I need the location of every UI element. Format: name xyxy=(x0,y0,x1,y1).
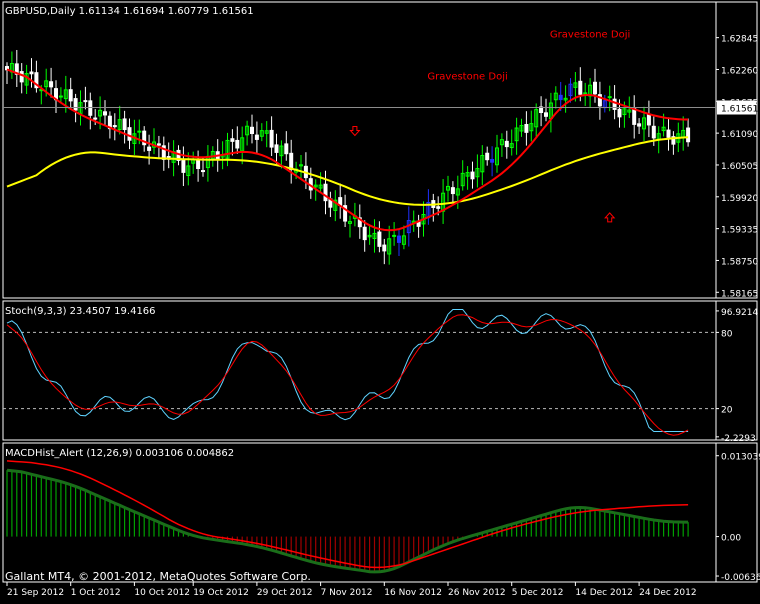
candle-body xyxy=(646,114,651,126)
gravestone-doji-annotation: Gravestone Doji xyxy=(427,71,507,82)
candle-body xyxy=(504,140,509,148)
candle-body xyxy=(83,100,88,103)
date-tick-label: 24 Dec 2012 xyxy=(639,588,697,598)
candle-body xyxy=(651,125,656,139)
candle-body xyxy=(49,81,54,88)
candle-body xyxy=(58,95,63,98)
date-tick-label: 16 Nov 2012 xyxy=(384,588,442,598)
candle-body xyxy=(637,123,642,127)
candle-body xyxy=(196,159,201,170)
date-tick-label: 14 Dec 2012 xyxy=(575,588,633,598)
candle-body xyxy=(485,152,490,161)
date-tick-label: 7 Nov 2012 xyxy=(321,588,373,598)
date-tick-label: 29 Oct 2012 xyxy=(257,588,313,598)
chart_data.1-tick-label: 80 xyxy=(721,329,733,339)
chart_data.0-tick-label: 1.59335 xyxy=(721,226,758,236)
chart_data.0-tick-label: 1.60505 xyxy=(721,162,758,172)
candle-body xyxy=(127,127,132,141)
chart_data.0-tick-label: 1.59920 xyxy=(721,194,758,204)
candle-body xyxy=(490,158,495,163)
chart_data.1-tick-label: -2.2293 xyxy=(721,434,756,444)
background xyxy=(0,0,760,600)
chart_data.2-tick-label: 0.00 xyxy=(721,534,741,544)
current-price-label: 1.61561 xyxy=(721,105,758,115)
candle-body xyxy=(250,126,254,135)
candle-body xyxy=(181,158,186,173)
candle-body xyxy=(93,117,98,120)
candle-body xyxy=(122,118,127,131)
candle-body xyxy=(289,152,294,170)
chart_data.1-tick-label: 96.9214 xyxy=(721,308,758,318)
candle-body xyxy=(558,94,563,101)
candle-body xyxy=(201,170,205,173)
chart_data.1-tick-label: 20 xyxy=(721,406,733,416)
main-header: GBPUSD,Daily 1.61134 1.61694 1.60779 1.6… xyxy=(5,6,254,17)
candle-body xyxy=(382,244,387,252)
candle-body xyxy=(323,183,328,202)
chart_data.0-tick-label: 1.62260 xyxy=(721,66,758,76)
candle-body xyxy=(583,92,588,95)
candle-body xyxy=(269,129,274,148)
candle-body xyxy=(392,234,397,237)
date-tick-label: 21 Sep 2012 xyxy=(7,588,64,598)
candle-body xyxy=(578,80,583,95)
footer-copyright: Gallant MT4, © 2001-2012, MetaQuotes Sof… xyxy=(5,570,311,583)
date-tick-label: 26 Nov 2012 xyxy=(448,588,506,598)
candle-body xyxy=(284,143,289,155)
date-tick-label: 5 Dec 2012 xyxy=(512,588,564,598)
candle-body xyxy=(88,100,93,116)
candle-body xyxy=(230,138,235,142)
candle-body xyxy=(147,146,152,151)
candle-body xyxy=(686,127,691,143)
candle-body xyxy=(137,130,142,133)
mt4-chart-window[interactable]: 1.628451.622601.616751.610901.605051.599… xyxy=(0,0,760,600)
candle-body xyxy=(156,143,161,146)
candle-body xyxy=(436,206,441,209)
candle-body xyxy=(544,112,548,117)
date-tick-label: 10 Oct 2012 xyxy=(134,588,190,598)
candle-body xyxy=(470,171,475,180)
candle-body xyxy=(103,111,107,116)
candle-body xyxy=(73,98,78,111)
candle-body xyxy=(235,139,240,149)
candle-body xyxy=(617,108,622,118)
macd-header: MACDHist_Alert (12,26,9) 0.003106 0.0048… xyxy=(5,448,234,459)
candle-body xyxy=(666,129,671,138)
candle-body xyxy=(593,81,597,95)
candle-body xyxy=(397,235,401,243)
candle-body xyxy=(68,89,73,102)
candle-body xyxy=(274,144,279,153)
candle-body xyxy=(524,123,529,133)
date-tick-label: 19 Oct 2012 xyxy=(193,588,249,598)
date-tick-label: 1 Oct 2012 xyxy=(71,588,121,598)
chart_data.2-tick-label: -0.006361 xyxy=(721,573,760,583)
gravestone-doji-annotation: Gravestone Doji xyxy=(550,29,630,40)
chart_data.0-tick-label: 1.58165 xyxy=(721,289,758,299)
candle-body xyxy=(362,226,367,241)
chart_data.0-tick-label: 1.61090 xyxy=(721,130,758,140)
chart-canvas[interactable]: 1.628451.622601.616751.610901.605051.599… xyxy=(0,0,760,600)
candle-body xyxy=(377,231,382,247)
chart_data.0-tick-label: 1.58750 xyxy=(721,257,758,267)
candle-body xyxy=(29,71,34,75)
stoch-header: Stoch(9,3,3) 23.4507 19.4166 xyxy=(5,306,156,317)
candle-body xyxy=(19,71,24,83)
chart_data.2-tick-label: 0.013039 xyxy=(721,453,760,463)
candle-body xyxy=(112,125,117,128)
candle-body xyxy=(254,134,259,140)
candle-body xyxy=(450,187,455,195)
chart_data.0-tick-label: 1.62845 xyxy=(721,35,758,45)
candle-body xyxy=(607,96,612,99)
